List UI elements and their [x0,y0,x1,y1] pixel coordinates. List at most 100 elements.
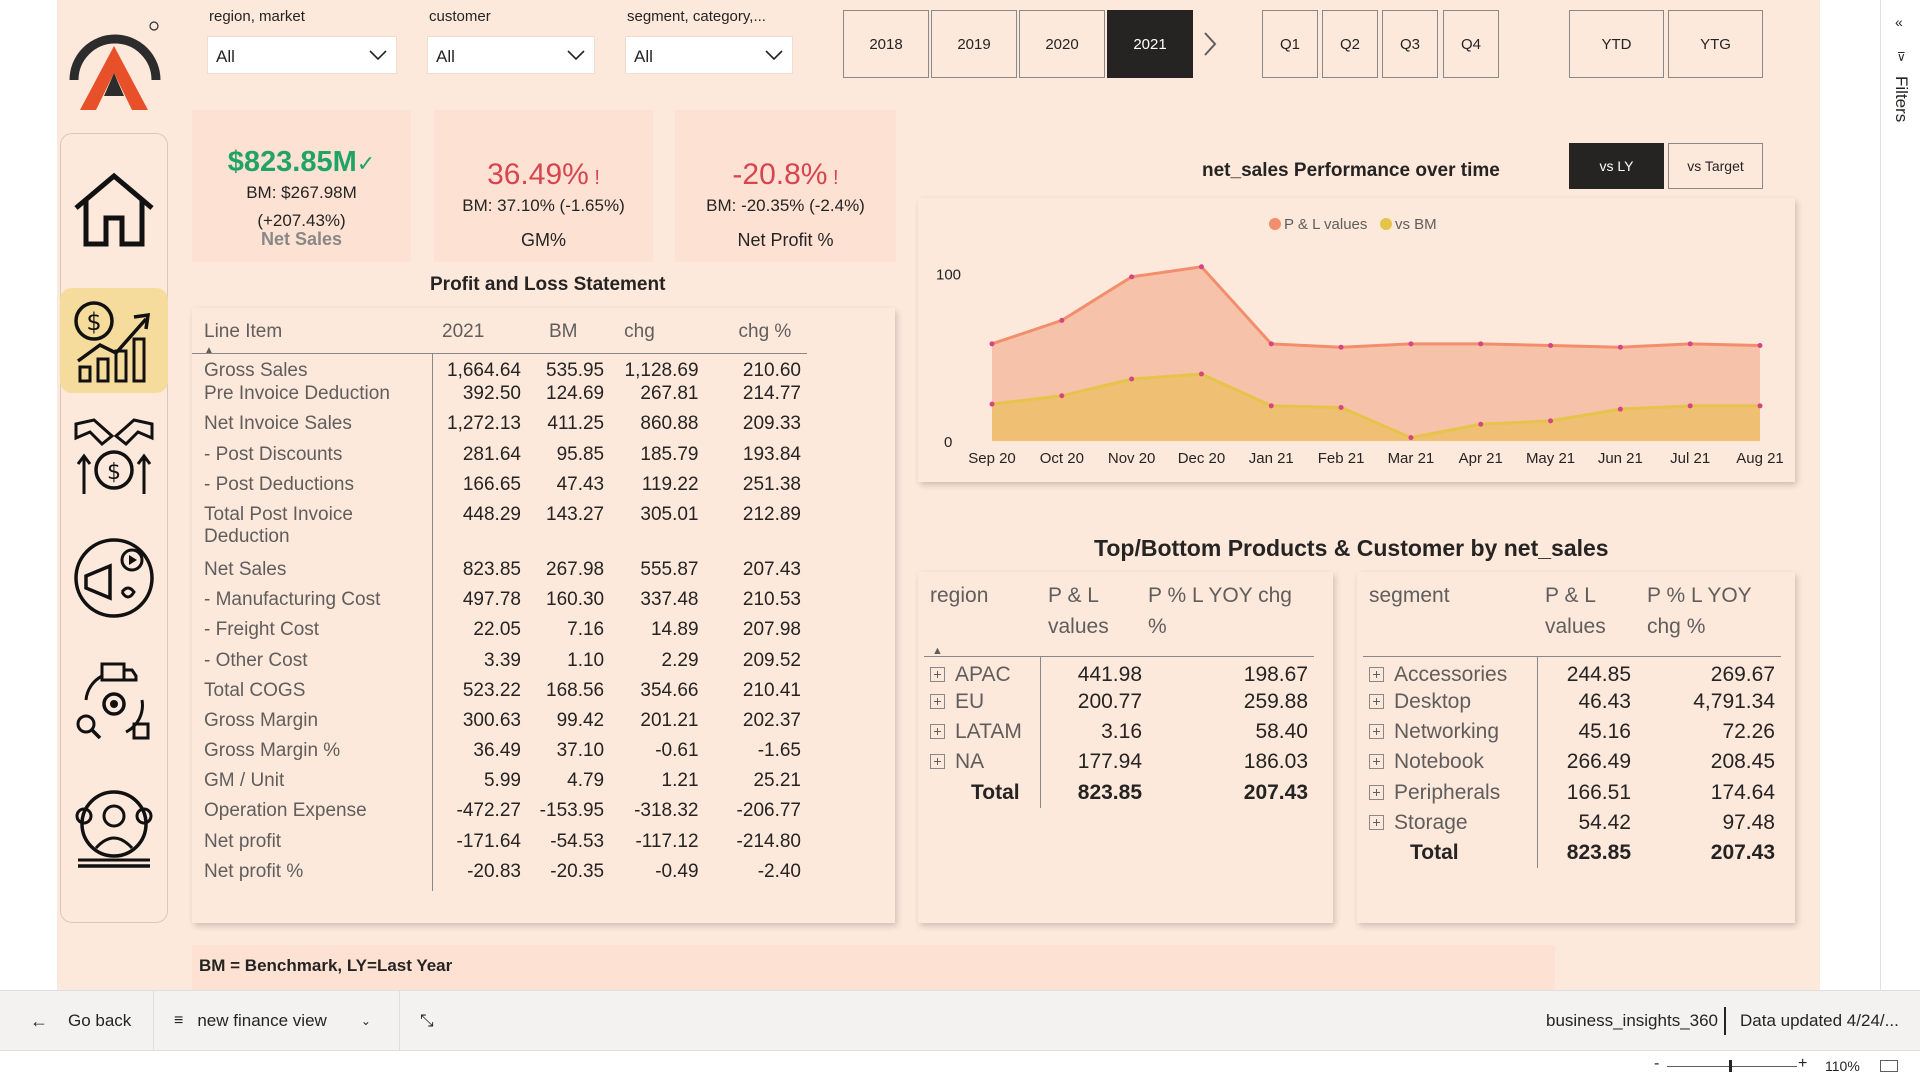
pl-cell: -54.53 [550,830,605,852]
data-point [1268,403,1274,409]
pl-cell: -1.65 [757,740,801,762]
pl-line-item: GM / Unit [192,770,433,801]
pl-cell: 354.66 [640,679,699,701]
segment-col-yoy[interactable]: P % L YOY chg % [1637,580,1781,656]
region-row-label: NA [924,747,1041,778]
nav-home[interactable] [72,168,156,252]
ytg-button[interactable]: YTG [1668,10,1763,78]
segment-col-segment[interactable]: segment [1363,580,1537,656]
quarter-button-q2[interactable]: Q2 [1322,10,1378,78]
segment-dropdown[interactable]: All [625,36,793,74]
vs-target-button[interactable]: vs Target [1668,143,1763,189]
pl-cell: 5.99 [483,770,521,792]
pl-row: Gross Sales 1,664.64 535.95 1,128.69 210.60 [192,353,807,384]
quarter-button-q4[interactable]: Q4 [1443,10,1499,78]
nav-finance[interactable]: $ [60,288,168,393]
filter-funnel-icon: ⊽ [1897,50,1906,64]
pl-row: Net profit % -20.83 -20.35 -0.49 -2.40 [192,860,807,891]
pl-row: - Manufacturing Cost 497.78 160.30 337.48 21… [192,589,807,620]
page-selector[interactable]: ≡ new finance view ⌄ [154,991,400,1051]
pl-cell: -0.61 [655,740,699,762]
divider [1724,1007,1726,1035]
expand-plus-icon[interactable] [1369,666,1384,682]
segment-row-total: Total 823.85 207.43 [1363,837,1781,869]
go-back-button[interactable]: ← Go back [0,991,154,1051]
pl-cell: 1,272.13 [447,413,521,435]
pl-row: Gross Margin % 36.49 37.10 -0.61 -1.65 [192,740,807,771]
sort-ascending-icon: ▲ [204,345,214,356]
region-row-total: Total 823.85 207.43 [924,777,1314,808]
pl-col-line-item[interactable]: Line Item ▲ [192,313,432,356]
filters-pane-collapsed[interactable]: « ⊽ Filters [1880,0,1920,990]
pl-col-year[interactable]: 2021 [432,313,527,353]
vs-ly-button[interactable]: vs LY [1569,143,1664,189]
chevron-right-icon[interactable] [1200,30,1220,58]
region-col-yoy[interactable]: P % L YOY chg % [1148,580,1314,656]
x-tick-label: Mar 21 [1388,450,1435,467]
segment-table-panel: segment P & L values P % L YOY chg % Acc… [1357,572,1795,923]
expand-plus-icon[interactable] [930,666,945,682]
expand-plus-icon[interactable] [1369,693,1384,709]
zoom-slider-handle[interactable] [1729,1060,1732,1072]
expand-plus-icon[interactable] [1369,814,1384,830]
zoom-in-button[interactable]: + [1798,1055,1807,1073]
pl-row: Net profit -171.64 -54.53 -117.12 -214.80 [192,830,807,861]
nav-sales[interactable]: $ [72,414,156,498]
pl-line-item: Gross Sales [192,353,433,384]
pl-cell: 1.21 [661,770,699,792]
segment-row-cell: 97.48 [1722,810,1775,834]
quarter-button-q1[interactable]: Q1 [1262,10,1318,78]
data-point [1338,405,1344,410]
segment-row-name: Storage [1394,810,1468,834]
zoom-slider[interactable] [1667,1066,1797,1067]
filters-pane-label[interactable]: Filters [1891,76,1911,122]
quarter-button-q3[interactable]: Q3 [1382,10,1438,78]
year-button-2018[interactable]: 2018 [843,10,929,78]
pl-cell: 212.89 [742,503,801,525]
legend-label: vs BM [1395,216,1437,233]
pl-col-chg-pct[interactable]: chg % [705,313,807,353]
region-row-cell: 441.98 [1077,662,1142,686]
customer-dropdown[interactable]: All [427,36,595,74]
pl-col-chg[interactable]: chg [610,313,704,353]
ytd-button[interactable]: YTD [1569,10,1664,78]
year-button-2020[interactable]: 2020 [1019,10,1105,78]
data-point [1198,264,1204,270]
pl-line-item: - Post Deductions [192,473,433,504]
nav-executive[interactable] [72,786,156,870]
pl-cell: 281.64 [462,443,521,465]
fit-to-page-icon[interactable] [1880,1060,1898,1072]
np-bm: BM: -20.35% (-2.4%) [706,196,865,215]
region-row-cell: 198.67 [1243,662,1308,686]
pl-title: Profit and Loss Statement [430,274,666,295]
year-button-2021[interactable]: 2021 [1107,10,1193,78]
nav-supply-chain[interactable] [72,660,156,744]
pl-cell: 209.33 [742,413,801,435]
segment-col-values[interactable]: P & L values [1537,580,1637,656]
expand-plus-icon[interactable] [930,754,945,770]
collapse-icon[interactable]: ⤡ [420,991,450,1051]
expand-plus-icon[interactable] [930,723,945,739]
expand-plus-icon[interactable] [930,693,945,709]
region-col-values[interactable]: P & L values [1040,580,1148,656]
segment-row-total-cell: 207.43 [1710,841,1775,865]
region-row-total-cell: 207.43 [1243,780,1308,804]
region-dropdown[interactable]: All [207,36,397,74]
collapse-left-icon[interactable]: « [1895,14,1903,30]
pl-line-item: Net profit [192,830,433,861]
segment-row-cell: 174.64 [1710,780,1775,804]
year-button-2019[interactable]: 2019 [931,10,1017,78]
pl-cell: 1,128.69 [624,359,699,381]
nav-marketing[interactable] [72,536,156,620]
pl-cell: 1.10 [567,649,605,671]
region-col-region[interactable]: region ▲ [924,580,1040,657]
expand-plus-icon[interactable] [1369,723,1384,739]
warning-icon: ! [588,167,600,189]
kpi-net-sales: $823.85M✓ BM: $267.98M (+207.43%) Net Sa… [192,110,411,262]
pl-col-bm[interactable]: BM [527,313,610,353]
expand-plus-icon[interactable] [1369,784,1384,800]
pl-cell: 860.88 [640,413,699,435]
zoom-out-button[interactable]: - [1654,1055,1659,1073]
legend-marker [1380,218,1392,230]
expand-plus-icon[interactable] [1369,754,1384,770]
